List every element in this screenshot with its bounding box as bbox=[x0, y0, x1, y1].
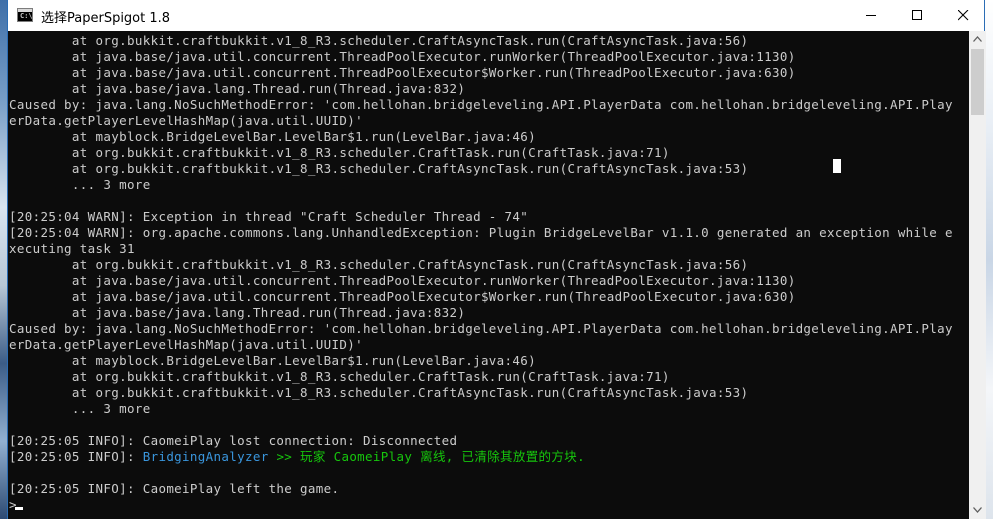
console-line: [20:25:05 INFO]: CaomeiPlay lost connect… bbox=[9, 433, 458, 448]
chevron-up-icon bbox=[973, 36, 982, 42]
plugin-name: BridgingAnalyzer bbox=[142, 449, 269, 464]
console-line: at java.base/java.util.concurrent.Thread… bbox=[9, 49, 796, 64]
maximize-button[interactable] bbox=[894, 0, 940, 31]
console-line: Caused by: java.lang.NoSuchMethodError: … bbox=[9, 97, 953, 112]
console-line: at java.base/java.lang.Thread.run(Thread… bbox=[9, 305, 466, 320]
console-line: at org.bukkit.craftbukkit.v1_8_R3.schedu… bbox=[9, 257, 749, 272]
console-line: xecuting task 31 bbox=[9, 241, 135, 256]
console-prompt: > bbox=[9, 497, 17, 512]
maximize-icon bbox=[912, 10, 922, 20]
console-line: at org.bukkit.craftbukkit.v1_8_R3.schedu… bbox=[9, 369, 670, 384]
console-line: erData.getPlayerLevelHashMap(java.util.U… bbox=[9, 337, 363, 352]
minimize-icon bbox=[866, 15, 876, 16]
console-line: at org.bukkit.craftbukkit.v1_8_R3.schedu… bbox=[9, 161, 749, 176]
console-line: erData.getPlayerLevelHashMap(java.util.U… bbox=[9, 113, 363, 128]
console-line: Caused by: java.lang.NoSuchMethodError: … bbox=[9, 321, 953, 336]
console-line: ... 3 more bbox=[9, 401, 151, 416]
console-line: at java.base/java.util.concurrent.Thread… bbox=[9, 65, 796, 80]
window-title: 选择PaperSpigot 1.8 bbox=[41, 11, 171, 26]
console-line: at java.base/java.util.concurrent.Thread… bbox=[9, 273, 796, 288]
console-app-icon[interactable]: C:\ bbox=[17, 8, 33, 22]
console-line: at org.bukkit.craftbukkit.v1_8_R3.schedu… bbox=[9, 385, 749, 400]
close-button[interactable] bbox=[940, 0, 986, 31]
console-line: ... 3 more bbox=[9, 177, 151, 192]
log-prefix: [20:25:05 INFO]: bbox=[9, 449, 143, 464]
console-line: at mayblock.BridgeLevelBar.LevelBar$1.ru… bbox=[9, 129, 536, 144]
console-line: [20:25:05 INFO]: CaomeiPlay left the gam… bbox=[9, 481, 340, 496]
scroll-up-button[interactable] bbox=[969, 31, 986, 48]
console-line-colored: [20:25:05 INFO]: BridgingAnalyzer >> 玩家 … bbox=[9, 449, 585, 465]
desktop-background-right bbox=[985, 0, 993, 519]
console-line: [20:25:04 WARN]: Exception in thread "Cr… bbox=[9, 209, 529, 224]
input-caret bbox=[15, 507, 23, 510]
console-output[interactable]: at org.bukkit.craftbukkit.v1_8_R3.schedu… bbox=[8, 31, 969, 519]
console-line: [20:25:04 WARN]: org.apache.commons.lang… bbox=[9, 225, 953, 240]
scroll-down-button[interactable] bbox=[969, 502, 986, 519]
mouse-text-cursor bbox=[833, 159, 841, 173]
close-icon bbox=[958, 10, 969, 21]
app-icon-label: C:\ bbox=[20, 12, 33, 20]
plugin-message: >> 玩家 CaomeiPlay 离线, 已清除其放置的方块. bbox=[268, 449, 585, 464]
console-line: at mayblock.BridgeLevelBar.LevelBar$1.ru… bbox=[9, 353, 536, 368]
vertical-scrollbar[interactable] bbox=[969, 31, 986, 519]
console-line: at org.bukkit.craftbukkit.v1_8_R3.schedu… bbox=[9, 33, 749, 48]
scrollbar-thumb[interactable] bbox=[971, 49, 984, 115]
console-line: at org.bukkit.craftbukkit.v1_8_R3.schedu… bbox=[9, 145, 670, 160]
console-line: at java.base/java.lang.Thread.run(Thread… bbox=[9, 81, 466, 96]
minimize-button[interactable] bbox=[848, 0, 894, 31]
title-bar[interactable]: C:\ 选择PaperSpigot 1.8 bbox=[8, 0, 984, 31]
chevron-down-icon bbox=[973, 507, 982, 513]
console-line: at java.base/java.util.concurrent.Thread… bbox=[9, 289, 796, 304]
console-window: C:\ 选择PaperSpigot 1.8 at org.bukkit.craf… bbox=[7, 0, 986, 519]
